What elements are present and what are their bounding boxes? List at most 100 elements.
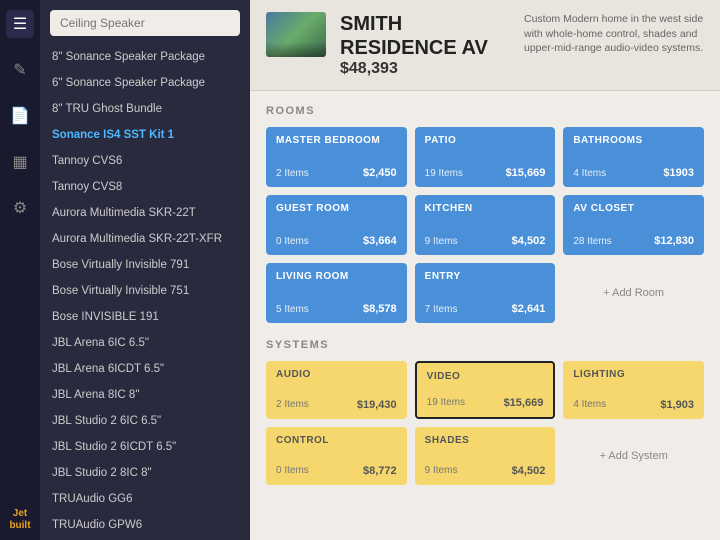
sidebar: 8" Sonance Speaker Package6" Sonance Spe… <box>40 0 250 540</box>
room-name-5: AV CLOSET <box>573 203 694 214</box>
sidebar-item-10[interactable]: Bose INVISIBLE 191 <box>40 304 250 330</box>
project-description: Custom Modern home in the west side with… <box>524 12 704 56</box>
room-stats-2: 4 Items $1903 <box>573 167 694 179</box>
room-stats-0: 2 Items $2,450 <box>276 167 397 179</box>
project-price: $48,393 <box>340 60 510 78</box>
room-name-4: KITCHEN <box>425 203 546 214</box>
sidebar-item-6[interactable]: Aurora Multimedia SKR-22T <box>40 200 250 226</box>
room-items-0: 2 Items <box>276 168 309 179</box>
room-name-2: BATHROOMS <box>573 135 694 146</box>
sidebar-item-18[interactable]: TRUAudio GPW6 <box>40 512 250 538</box>
add-room-cell: + Add Room <box>563 263 704 323</box>
room-price-1: $15,669 <box>506 167 546 179</box>
systems-section-title: SYSTEMS <box>266 339 704 351</box>
sidebar-item-11[interactable]: JBL Arena 6IC 6.5" <box>40 330 250 356</box>
search-input[interactable] <box>50 10 240 36</box>
room-items-2: 4 Items <box>573 168 606 179</box>
system-card-4[interactable]: SHADES 9 Items $4,502 <box>415 427 556 485</box>
add-system-button[interactable]: + Add System <box>600 442 668 470</box>
sidebar-list: 8" Sonance Speaker Package6" Sonance Spe… <box>40 44 250 540</box>
sidebar-item-13[interactable]: JBL Arena 8IC 8" <box>40 382 250 408</box>
sidebar-item-0[interactable]: 8" Sonance Speaker Package <box>40 44 250 70</box>
room-price-0: $2,450 <box>363 167 397 179</box>
sys-price-0: $19,430 <box>357 399 397 411</box>
sidebar-item-2[interactable]: 8" TRU Ghost Bundle <box>40 96 250 122</box>
room-name-6: LIVING ROOM <box>276 271 397 282</box>
sidebar-item-8[interactable]: Bose Virtually Invisible 791 <box>40 252 250 278</box>
room-card-0[interactable]: MASTER BEDROOM 2 Items $2,450 <box>266 127 407 187</box>
room-items-6: 5 Items <box>276 304 309 315</box>
sys-items-0: 2 Items <box>276 399 309 411</box>
sys-items-3: 0 Items <box>276 465 309 477</box>
sys-name-4: SHADES <box>425 435 546 446</box>
sys-stats-1: 19 Items $15,669 <box>427 397 544 409</box>
room-price-6: $8,578 <box>363 303 397 315</box>
sys-name-2: LIGHTING <box>573 369 694 380</box>
sys-name-3: CONTROL <box>276 435 397 446</box>
content-area: ROOMS MASTER BEDROOM 2 Items $2,450 PATI… <box>250 91 720 540</box>
room-card-4[interactable]: KITCHEN 9 Items $4,502 <box>415 195 556 255</box>
sys-name-0: AUDIO <box>276 369 397 380</box>
room-stats-4: 9 Items $4,502 <box>425 235 546 247</box>
sys-stats-2: 4 Items $1,903 <box>573 399 694 411</box>
sys-name-1: VIDEO <box>427 371 544 382</box>
room-card-7[interactable]: ENTRY 7 Items $2,641 <box>415 263 556 323</box>
room-card-6[interactable]: LIVING ROOM 5 Items $8,578 <box>266 263 407 323</box>
room-stats-5: 28 Items $12,830 <box>573 235 694 247</box>
room-items-1: 19 Items <box>425 168 463 179</box>
system-card-2[interactable]: LIGHTING 4 Items $1,903 <box>563 361 704 419</box>
project-title: SMITH RESIDENCE AV <box>340 12 510 60</box>
sidebar-item-15[interactable]: JBL Studio 2 6ICDT 6.5" <box>40 434 250 460</box>
sys-price-1: $15,669 <box>504 397 544 409</box>
document-icon[interactable]: 📄 <box>6 102 34 130</box>
system-card-1[interactable]: VIDEO 19 Items $15,669 <box>415 361 556 419</box>
room-items-4: 9 Items <box>425 236 458 247</box>
sidebar-item-4[interactable]: Tannoy CVS6 <box>40 148 250 174</box>
room-card-5[interactable]: AV CLOSET 28 Items $12,830 <box>563 195 704 255</box>
sys-stats-0: 2 Items $19,430 <box>276 399 397 411</box>
room-card-1[interactable]: PATIO 19 Items $15,669 <box>415 127 556 187</box>
room-items-3: 0 Items <box>276 236 309 247</box>
system-card-3[interactable]: CONTROL 0 Items $8,772 <box>266 427 407 485</box>
room-stats-6: 5 Items $8,578 <box>276 303 397 315</box>
systems-grid: AUDIO 2 Items $19,430 VIDEO 19 Items $15… <box>266 361 704 485</box>
settings-icon[interactable]: ⚙ <box>6 194 34 222</box>
room-stats-7: 7 Items $2,641 <box>425 303 546 315</box>
sidebar-item-5[interactable]: Tannoy CVS8 <box>40 174 250 200</box>
sidebar-item-16[interactable]: JBL Studio 2 8IC 8" <box>40 460 250 486</box>
sidebar-item-12[interactable]: JBL Arena 6ICDT 6.5" <box>40 356 250 382</box>
room-card-3[interactable]: GUEST ROOM 0 Items $3,664 <box>266 195 407 255</box>
sidebar-item-9[interactable]: Bose Virtually Invisible 751 <box>40 278 250 304</box>
rooms-section-title: ROOMS <box>266 105 704 117</box>
sidebar-item-1[interactable]: 6" Sonance Speaker Package <box>40 70 250 96</box>
menu-icon[interactable]: ☰ <box>6 10 34 38</box>
room-name-1: PATIO <box>425 135 546 146</box>
edit-icon[interactable]: ✎ <box>6 56 34 84</box>
sidebar-item-17[interactable]: TRUAudio GG6 <box>40 486 250 512</box>
room-name-3: GUEST ROOM <box>276 203 397 214</box>
image-icon[interactable]: ▦ <box>6 148 34 176</box>
sidebar-item-3[interactable]: Sonance IS4 SST Kit 1 <box>40 122 250 148</box>
room-items-5: 28 Items <box>573 236 611 247</box>
sidebar-item-14[interactable]: JBL Studio 2 6IC 6.5" <box>40 408 250 434</box>
room-name-7: ENTRY <box>425 271 546 282</box>
project-header: SMITH RESIDENCE AV $48,393 Custom Modern… <box>250 0 720 91</box>
icon-bar: ☰ ✎ 📄 ▦ ⚙ Jetbuilt <box>0 0 40 540</box>
sidebar-item-7[interactable]: Aurora Multimedia SKR-22T-XFR <box>40 226 250 252</box>
add-system-cell: + Add System <box>563 427 704 485</box>
main-panel: SMITH RESIDENCE AV $48,393 Custom Modern… <box>250 0 720 540</box>
sys-price-4: $4,502 <box>512 465 546 477</box>
room-price-2: $1903 <box>663 167 694 179</box>
app-logo: Jetbuilt <box>9 508 30 532</box>
system-card-0[interactable]: AUDIO 2 Items $19,430 <box>266 361 407 419</box>
room-price-5: $12,830 <box>654 235 694 247</box>
sys-price-2: $1,903 <box>660 399 694 411</box>
project-info: SMITH RESIDENCE AV $48,393 <box>340 12 510 78</box>
project-thumbnail <box>266 12 326 57</box>
sys-items-2: 4 Items <box>573 399 606 411</box>
sys-items-1: 19 Items <box>427 397 465 409</box>
room-items-7: 7 Items <box>425 304 458 315</box>
room-card-2[interactable]: BATHROOMS 4 Items $1903 <box>563 127 704 187</box>
sys-items-4: 9 Items <box>425 465 458 477</box>
add-room-button[interactable]: + Add Room <box>603 279 664 307</box>
